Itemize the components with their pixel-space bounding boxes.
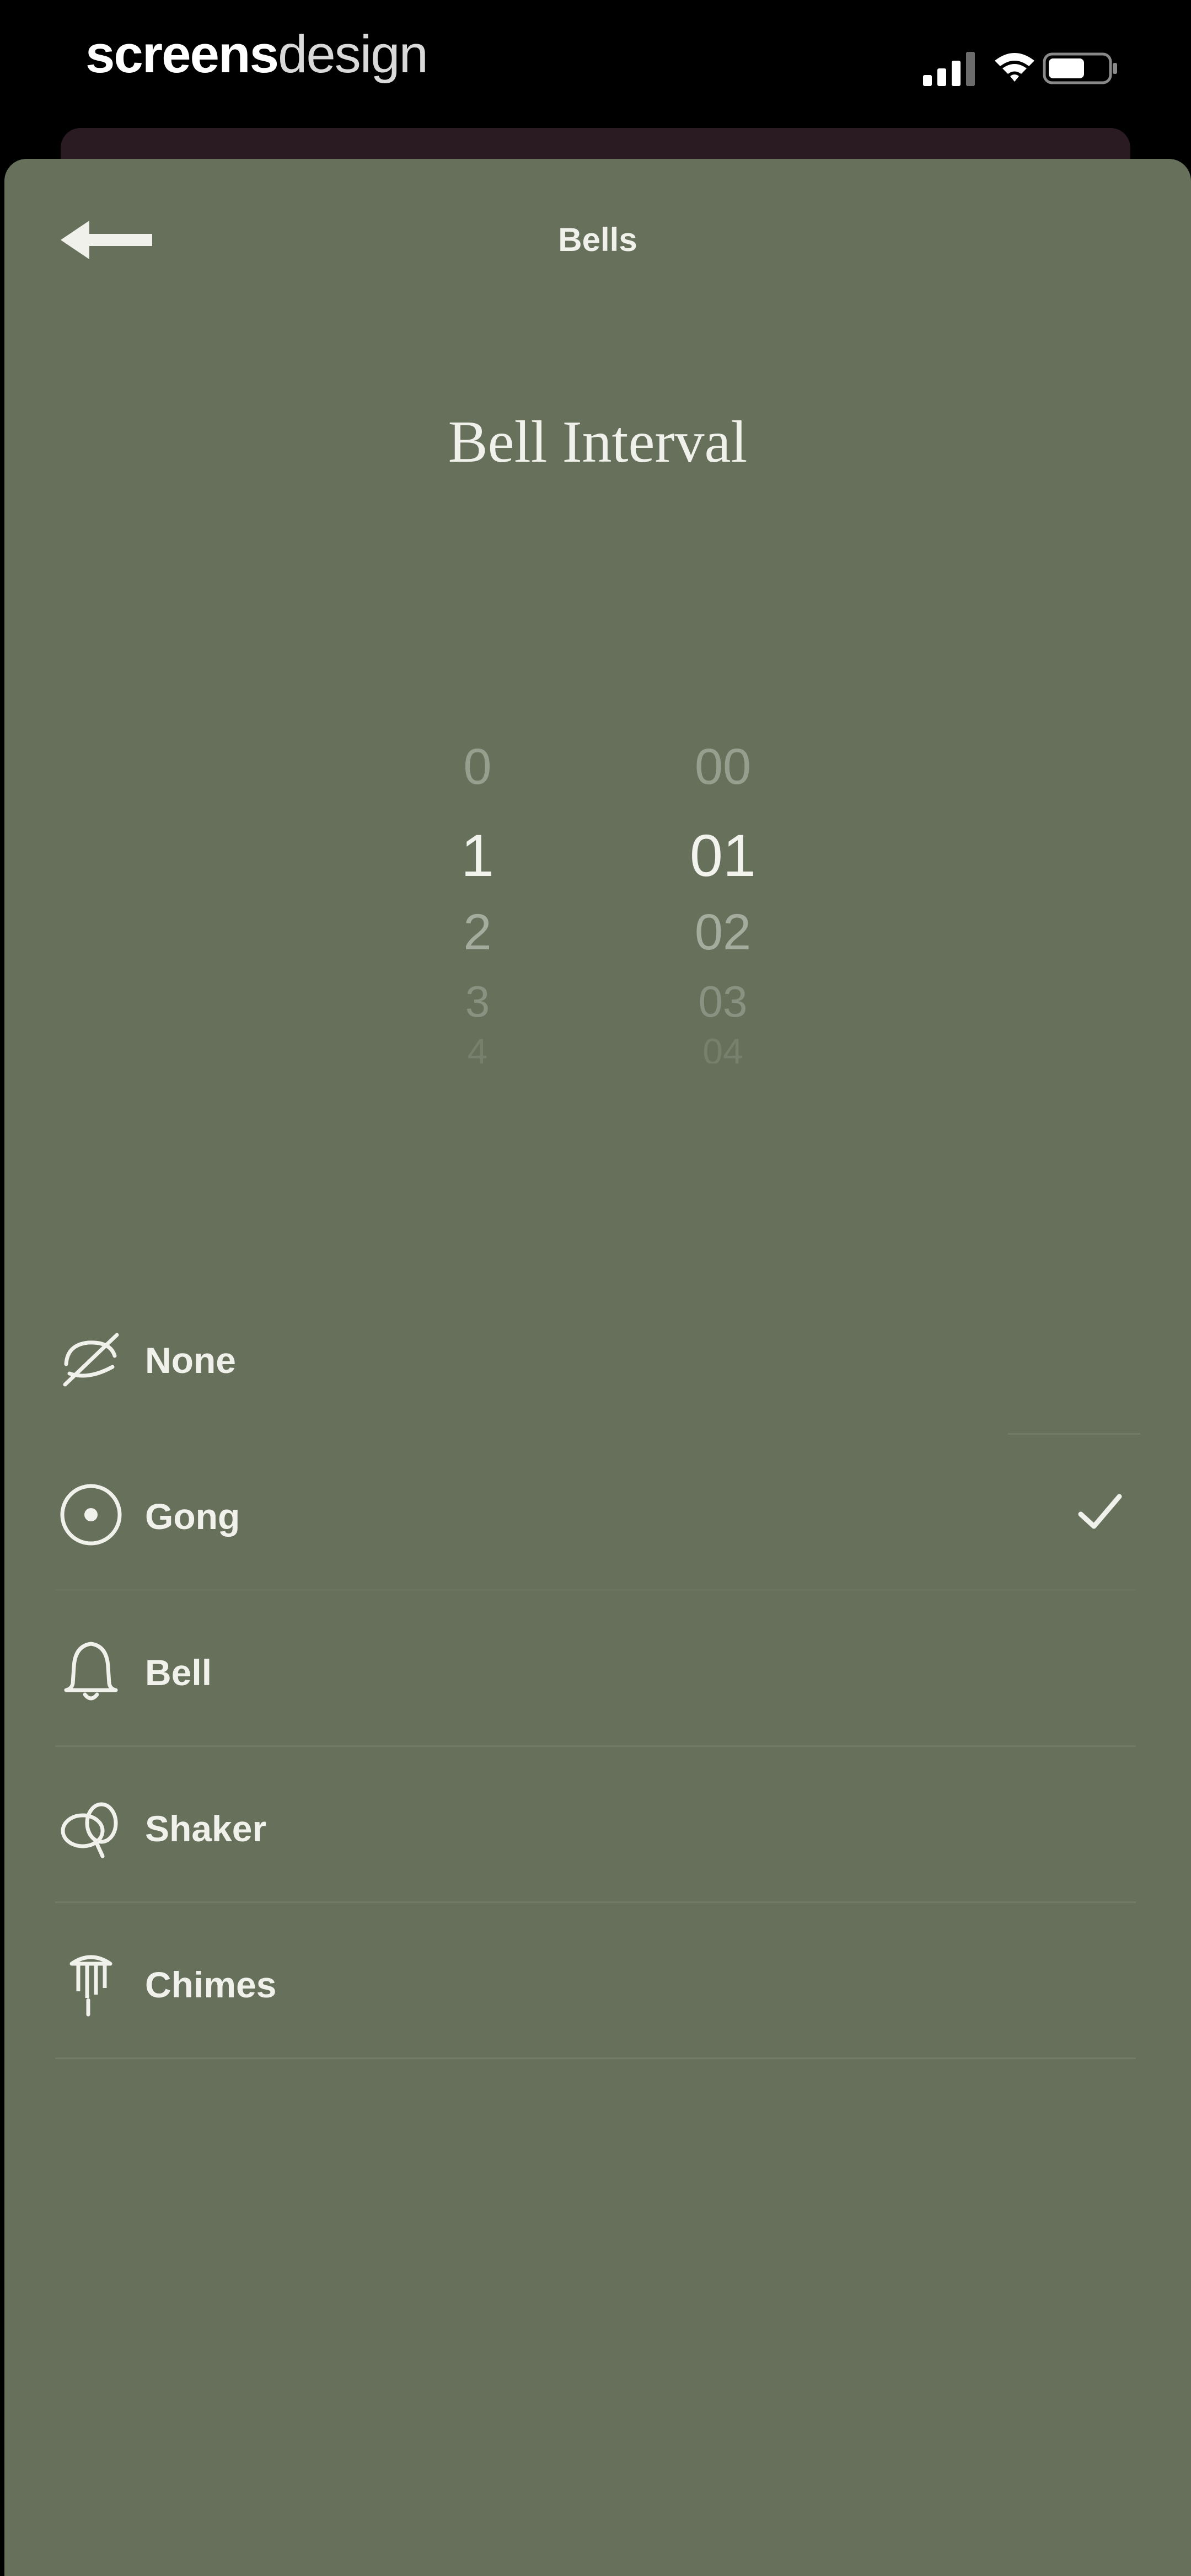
sound-item-gong[interactable]: Gong — [4, 1435, 1191, 1591]
sound-item-bell[interactable]: Bell — [4, 1591, 1191, 1747]
shaker-icon — [61, 1802, 118, 1858]
hours-option[interactable]: 4 — [389, 1030, 566, 1063]
sound-item-label: Chimes — [145, 1964, 277, 2005]
chimes-icon — [69, 1955, 112, 2017]
status-bar: screensdesign — [0, 0, 1191, 138]
bells-sheet: Bells Bell Interval 0 1 2 3 4 00 01 02 0… — [4, 159, 1191, 2576]
battery-icon — [1043, 52, 1117, 84]
gong-icon — [60, 1484, 122, 1546]
screen: screensdesign Bells Bell Interval 0 1 2 … — [0, 0, 1191, 2576]
bell-icon — [64, 1642, 118, 1701]
sound-item-none[interactable]: None — [4, 1279, 1191, 1435]
signal-icon — [923, 52, 975, 86]
sound-item-label: Shaker — [145, 1808, 267, 1849]
minutes-picker[interactable]: 00 01 02 03 04 — [635, 738, 811, 1080]
wifi-icon — [995, 53, 1034, 82]
hours-option[interactable]: 2 — [389, 904, 566, 961]
nav-bar: Bells — [4, 159, 1191, 324]
brand-logo: screensdesign — [85, 25, 428, 84]
sound-item-label: Bell — [145, 1652, 212, 1693]
minutes-option[interactable]: 03 — [635, 976, 811, 1027]
minutes-option[interactable]: 04 — [635, 1030, 811, 1063]
page-title: Bells — [558, 221, 637, 258]
divider — [55, 2057, 1136, 2059]
hours-picker[interactable]: 0 1 2 3 4 — [389, 738, 566, 1080]
minutes-option[interactable]: 02 — [635, 904, 811, 961]
sound-item-label: None — [145, 1340, 236, 1381]
hours-option[interactable]: 3 — [389, 976, 566, 1027]
checkmark-icon — [1078, 1494, 1122, 1529]
hours-option[interactable]: 0 — [389, 738, 566, 796]
sound-item-label: Gong — [145, 1496, 240, 1537]
section-title: Bell Interval — [448, 409, 748, 475]
sound-item-chimes[interactable]: Chimes — [4, 1903, 1191, 2059]
no-sound-icon — [63, 1333, 119, 1387]
sound-item-shaker[interactable]: Shaker — [4, 1747, 1191, 1903]
minutes-option[interactable]: 00 — [635, 738, 811, 796]
hours-selected[interactable]: 1 — [389, 821, 566, 890]
minutes-selected[interactable]: 01 — [635, 821, 811, 890]
